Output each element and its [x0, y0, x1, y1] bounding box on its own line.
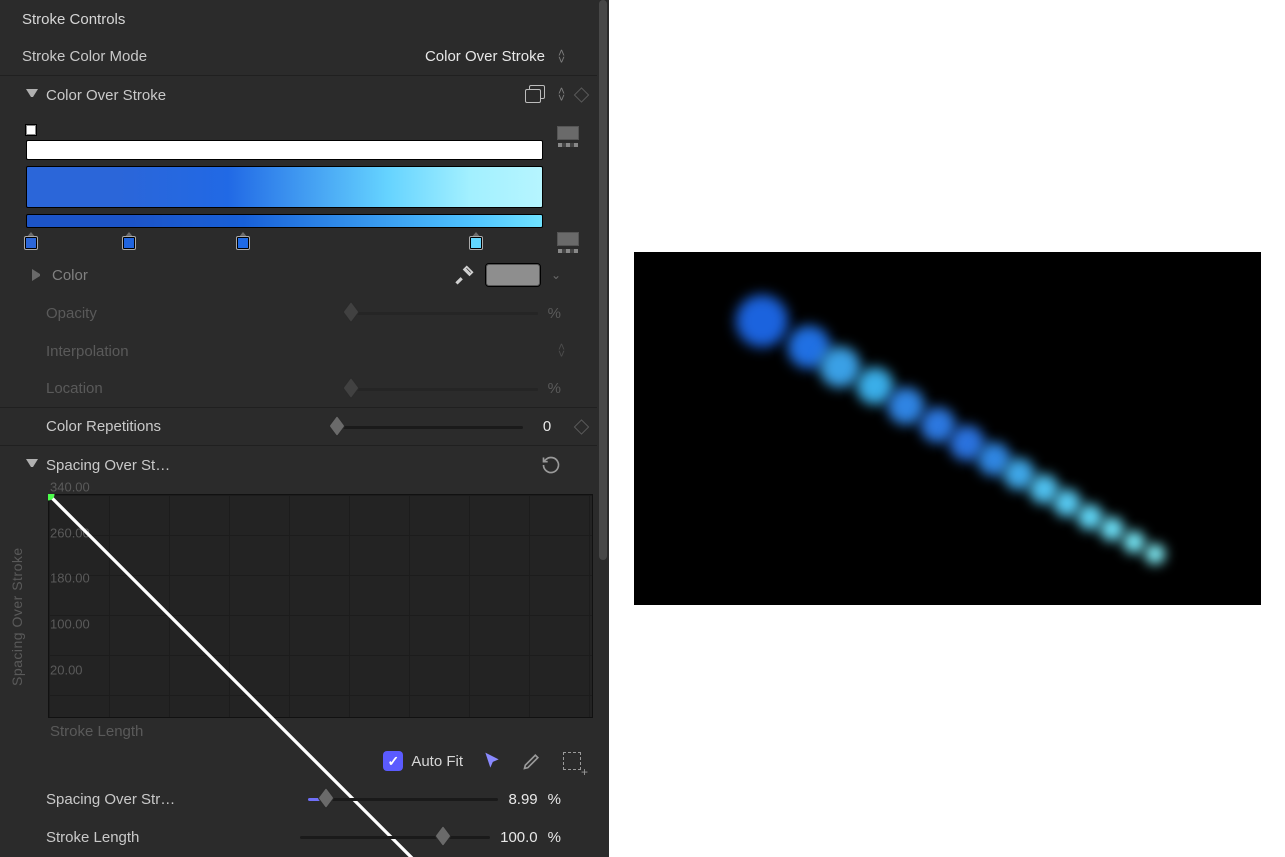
gradient-preset-bottom-icon[interactable] — [557, 232, 579, 246]
preview-stroke-dab — [1144, 543, 1166, 565]
gradient-editor[interactable] — [0, 114, 609, 256]
marquee-tool-icon[interactable] — [561, 750, 583, 772]
chevron-down-icon[interactable]: ⌄ — [551, 268, 561, 282]
preview-canvas — [634, 252, 1261, 605]
gradient-preset-top-icon[interactable] — [557, 126, 579, 140]
stroke-color-mode-value[interactable]: Color Over Stroke — [425, 48, 545, 65]
location-slider[interactable] — [348, 379, 538, 399]
spacing-value-row: Spacing Over Str… 8.99 % — [0, 780, 609, 818]
opacity-row: Opacity % — [0, 294, 609, 332]
inspector-panel: Stroke Controls Stroke Color Mode Color … — [0, 0, 609, 857]
spacing-value-slider[interactable] — [308, 789, 498, 809]
stroke-length-value[interactable]: 100.0 — [500, 829, 538, 846]
spacing-value[interactable]: 8.99 — [508, 791, 537, 808]
preview-stroke-dab — [1099, 516, 1125, 542]
spacing-over-stroke-header[interactable]: Spacing Over St… — [0, 446, 609, 484]
stroke-length-row: Stroke Length 100.0 % — [0, 818, 609, 856]
graph-y-tick: 340.00 — [50, 480, 90, 495]
gradient-opacity-bar[interactable] — [26, 140, 543, 160]
stroke-controls-label: Stroke Controls — [22, 11, 125, 28]
preview-zone — [609, 0, 1285, 857]
gradient-color-stop[interactable] — [237, 232, 249, 249]
graph-y-axis-label: Spacing Over Stroke — [6, 494, 28, 740]
spacing-section-label: Spacing Over St… — [46, 457, 170, 474]
presets-stack-icon[interactable] — [523, 85, 545, 105]
location-label: Location — [46, 380, 103, 397]
disclosure-triangle-right-icon[interactable] — [32, 269, 44, 281]
spacing-graph[interactable]: Spacing Over Stroke 20.00100.00180.00260… — [0, 484, 609, 744]
interpolation-label: Interpolation — [46, 343, 129, 360]
stroke-color-mode-row: Stroke Color Mode Color Over Stroke ˄˅ — [0, 38, 609, 76]
gradient-color-stop[interactable] — [123, 232, 135, 249]
gradient-color-stop[interactable] — [25, 232, 37, 249]
eyedropper-icon[interactable] — [453, 264, 475, 286]
stroke-length-label: Stroke Length — [46, 829, 139, 846]
stroke-color-mode-label: Stroke Color Mode — [22, 48, 147, 65]
color-swatch[interactable] — [485, 263, 541, 287]
color-over-stroke-header[interactable]: Color Over Stroke ˄˅ — [0, 76, 609, 114]
location-unit: % — [548, 380, 561, 397]
updown-icon[interactable]: ˄˅ — [558, 344, 561, 358]
gradient-color-stop[interactable] — [470, 232, 482, 249]
panel-scrollbar[interactable] — [597, 0, 609, 857]
opacity-slider[interactable] — [348, 303, 538, 323]
color-repetitions-slider[interactable] — [333, 417, 523, 437]
updown-icon[interactable]: ˄˅ — [558, 50, 561, 64]
graph-x-axis-label: Stroke Length — [50, 723, 143, 740]
color-repetitions-value[interactable]: 0 — [533, 418, 561, 435]
location-row: Location % — [0, 370, 609, 408]
stroke-length-unit: % — [548, 829, 561, 846]
color-over-stroke-label: Color Over Stroke — [46, 87, 166, 104]
color-repetitions-row: Color Repetitions 0 — [0, 408, 609, 446]
updown-icon[interactable]: ˄˅ — [558, 88, 561, 102]
color-row: Color ⌄ — [0, 256, 609, 294]
opacity-label: Opacity — [46, 305, 97, 322]
spacing-value-label: Spacing Over Str… — [46, 791, 175, 808]
reset-icon[interactable] — [541, 455, 561, 475]
color-repetitions-label: Color Repetitions — [46, 418, 161, 435]
spacing-unit: % — [548, 791, 561, 808]
opacity-unit: % — [548, 305, 561, 322]
interpolation-row: Interpolation ˄˅ — [0, 332, 609, 370]
preview-stroke-dab — [734, 293, 790, 349]
opacity-stop-handle[interactable] — [25, 124, 37, 136]
preview-stroke-dab — [1122, 530, 1146, 554]
gradient-hue-bar[interactable] — [26, 214, 543, 228]
stroke-length-slider[interactable] — [300, 827, 490, 847]
color-label: Color — [52, 267, 88, 284]
disclosure-triangle-down-icon[interactable] — [26, 89, 38, 101]
gradient-color-bar[interactable] — [26, 166, 543, 208]
stroke-controls-header: Stroke Controls — [0, 0, 609, 38]
disclosure-triangle-down-icon[interactable] — [26, 459, 38, 471]
